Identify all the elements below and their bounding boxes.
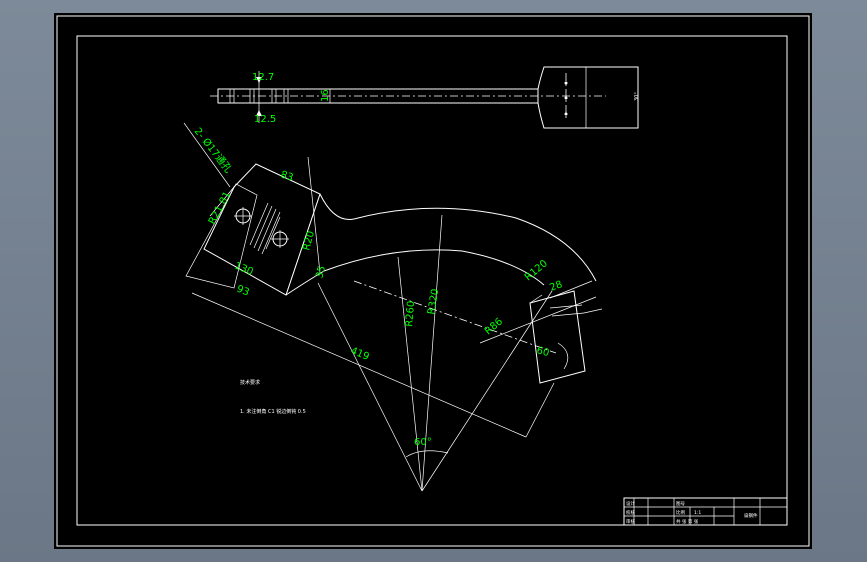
dim-419: 419 xyxy=(349,346,371,363)
dim-angle-60: 60° xyxy=(414,437,432,448)
tb-cell-e: 1:1 xyxy=(694,510,701,516)
dim-12-5: 12.5 xyxy=(254,114,276,125)
tb-cell-b: 校核 xyxy=(626,509,635,516)
dim-83: 83 xyxy=(279,169,295,183)
dim-12-7: 12.7 xyxy=(252,72,274,83)
top-view: 12.7 12.5 16 30° xyxy=(210,66,640,129)
flared-end xyxy=(537,66,639,129)
dim-r320: R320 xyxy=(426,288,441,316)
construction-lines xyxy=(183,122,597,492)
dim-r21-81: R21.81 xyxy=(207,190,233,227)
tb-cell-g: 共 张 第 张 xyxy=(676,518,699,525)
main-view: 2- Ø17通孔 83 R21.81 130 93 R20 35 R260 R3… xyxy=(183,122,603,492)
tb-cell-f: 图号 xyxy=(676,501,685,507)
tb-cell-d: 比例 xyxy=(676,509,685,516)
arm-outer-edge xyxy=(319,193,597,282)
title-block: 设计 校核 审核 比例 1:1 图号 共 张 第 张 扁钢件 xyxy=(623,497,788,526)
dim-16: 16 xyxy=(320,89,331,102)
outer-border xyxy=(56,15,810,547)
dim-35: 35 xyxy=(314,265,328,280)
section-hatch xyxy=(249,202,281,255)
notes-title: 技术要求 xyxy=(240,379,260,386)
cad-drawing: 12.7 12.5 16 30° 2- Ø17通孔 83 R21.81 130 … xyxy=(56,15,810,547)
end-angle-label: 30° xyxy=(634,92,640,101)
dim-93: 93 xyxy=(235,284,251,299)
tb-cell-c: 审核 xyxy=(626,518,635,525)
inner-border xyxy=(76,35,788,526)
note-hole-count: 2- Ø17通孔 xyxy=(192,125,235,175)
dim-60: 60 xyxy=(535,345,550,359)
tb-cell-h: 扁钢件 xyxy=(744,512,758,519)
notes-line-1: 1. 未注倒角 C1 锐边倒钝 0.5 xyxy=(240,408,306,415)
dim-r260: R260 xyxy=(404,300,417,327)
cad-viewport[interactable]: 12.7 12.5 16 30° 2- Ø17通孔 83 R21.81 130 … xyxy=(54,13,812,549)
dim-28: 28 xyxy=(548,279,564,294)
dim-r20: R20 xyxy=(301,230,317,252)
tb-cell-a: 设计 xyxy=(626,500,635,507)
dim-130: 130 xyxy=(233,261,255,278)
